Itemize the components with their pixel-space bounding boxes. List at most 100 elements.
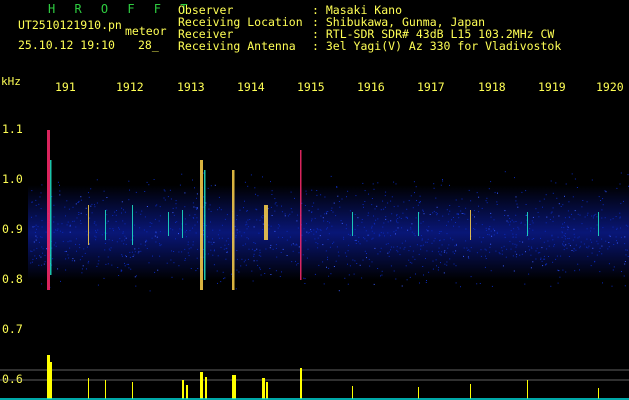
noise-dot	[93, 222, 95, 224]
noise-dot	[74, 260, 76, 262]
noise-dot	[346, 224, 347, 226]
noise-dot	[415, 217, 417, 219]
noise-dot	[223, 248, 225, 250]
noise-dot	[526, 235, 528, 237]
noise-dot	[484, 248, 486, 250]
noise-dot	[446, 264, 448, 266]
noise-dot	[595, 213, 597, 215]
noise-dot	[624, 261, 626, 262]
noise-dot	[256, 209, 258, 211]
noise-dot	[40, 256, 42, 258]
noise-dot	[433, 183, 435, 185]
noise-dot	[396, 214, 398, 216]
noise-dot	[258, 232, 260, 234]
noise-dot	[104, 243, 106, 244]
noise-dot	[403, 248, 405, 250]
noise-dot	[381, 270, 383, 272]
noise-dot	[605, 191, 607, 193]
noise-dot	[270, 225, 272, 227]
noise-dot	[488, 234, 490, 236]
noise-dot	[493, 219, 495, 221]
noise-dot	[561, 236, 563, 238]
noise-dot	[304, 205, 306, 206]
noise-dot	[432, 260, 434, 262]
noise-dot	[323, 283, 325, 285]
noise-dot	[371, 204, 373, 206]
noise-dot	[328, 275, 330, 277]
noise-dot	[412, 250, 414, 252]
noise-dot	[322, 217, 324, 219]
noise-dot	[490, 181, 492, 183]
noise-dot	[175, 238, 176, 240]
noise-dot	[166, 262, 168, 264]
noise-dot	[498, 252, 500, 254]
noise-band	[28, 185, 629, 280]
noise-dot	[540, 237, 541, 239]
noise-dot	[366, 257, 367, 259]
noise-dot	[371, 230, 373, 232]
noise-dot	[196, 197, 197, 199]
noise-dot	[568, 201, 570, 203]
noise-dot	[537, 212, 539, 213]
noise-dot	[144, 216, 146, 218]
noise-dot	[129, 256, 131, 258]
noise-dot	[396, 215, 398, 217]
noise-dot	[591, 252, 593, 254]
signal-bar	[105, 380, 106, 399]
noise-dot	[306, 231, 308, 233]
noise-dot	[474, 216, 475, 218]
noise-dot	[443, 272, 445, 274]
x-tick-label: 1915	[297, 80, 325, 94]
noise-dot	[103, 190, 105, 192]
noise-dot	[469, 250, 471, 252]
noise-dot	[419, 282, 420, 284]
noise-dot	[347, 250, 349, 252]
noise-dot	[590, 230, 591, 232]
noise-dot	[307, 248, 309, 250]
noise-dot	[304, 278, 306, 280]
noise-dot	[110, 247, 112, 249]
noise-dot	[387, 243, 389, 245]
noise-dot	[545, 194, 547, 196]
signal-bar	[527, 380, 528, 399]
noise-dot	[39, 255, 40, 257]
noise-dot	[197, 248, 199, 250]
meteor-echo	[88, 205, 89, 245]
noise-dot	[35, 239, 37, 241]
noise-dot	[292, 243, 294, 245]
noise-dot	[421, 238, 423, 240]
noise-dot	[181, 251, 183, 253]
noise-dot	[224, 218, 226, 220]
noise-dot	[625, 254, 627, 256]
noise-dot	[170, 259, 172, 261]
noise-dot	[238, 271, 240, 273]
noise-dot	[480, 241, 482, 243]
noise-dot	[336, 246, 338, 248]
noise-dot	[405, 265, 407, 267]
noise-dot	[94, 221, 96, 223]
noise-dot	[57, 268, 59, 270]
noise-dot	[552, 220, 554, 222]
noise-dot	[410, 195, 412, 197]
noise-dot	[282, 248, 284, 250]
noise-dot	[381, 274, 383, 276]
noise-dot	[240, 265, 242, 267]
meteor-echo	[200, 160, 203, 290]
noise-dot	[563, 234, 565, 236]
noise-dot	[436, 213, 438, 215]
noise-dot	[586, 201, 588, 203]
noise-dot	[426, 250, 428, 252]
noise-dot	[111, 239, 113, 241]
noise-dot	[125, 243, 127, 245]
noise-dot	[543, 198, 545, 200]
noise-dot	[188, 255, 190, 257]
noise-dot	[521, 191, 523, 193]
noise-dot	[403, 201, 405, 203]
noise-dot	[268, 224, 270, 226]
noise-dot	[274, 198, 276, 200]
noise-dot	[298, 246, 300, 248]
noise-dot	[347, 233, 349, 235]
noise-dot	[363, 226, 365, 228]
noise-dot	[76, 250, 77, 252]
noise-dot	[189, 230, 191, 232]
